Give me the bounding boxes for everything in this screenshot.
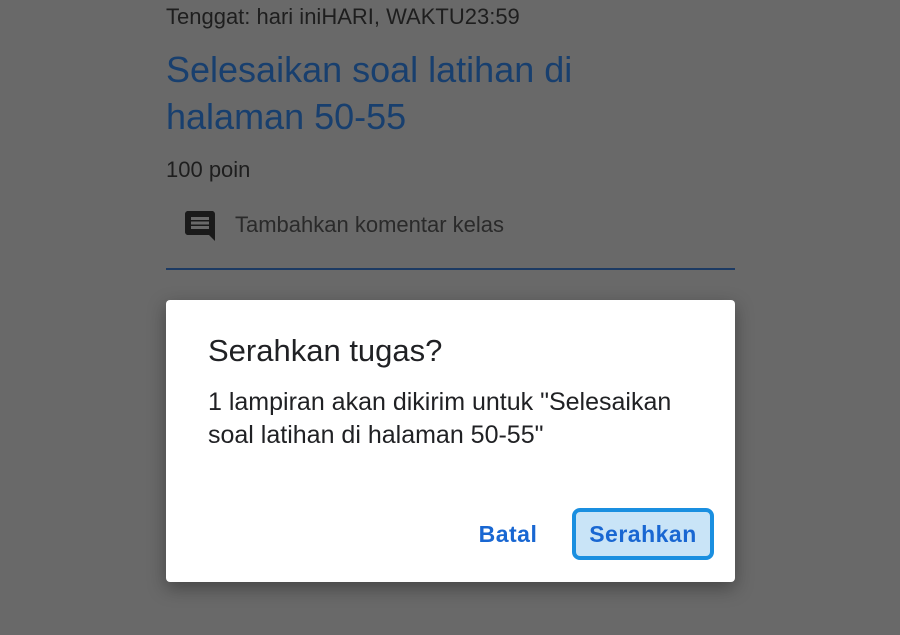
- dialog-message: 1 lampiran akan dikirim untuk "Selesaika…: [208, 388, 672, 449]
- dialog-title: Serahkan tugas?: [208, 333, 443, 368]
- class-comment-input[interactable]: Tambahkan komentar kelas: [166, 200, 735, 270]
- assignment-title[interactable]: Selesaikan soal latihan di halaman 50-55: [166, 46, 686, 140]
- submit-button[interactable]: Serahkan: [572, 508, 714, 560]
- comment-placeholder: Tambahkan komentar kelas: [235, 212, 505, 237]
- cancel-button[interactable]: Batal: [462, 512, 554, 556]
- submit-confirm-dialog: Serahkan tugas? 1 lampiran akan dikirim …: [166, 300, 735, 582]
- due-date-text: Tenggat: hari iniHARI, WAKTU23:59: [166, 4, 520, 29]
- points-text: 100 poin: [166, 157, 251, 182]
- comment-icon: [185, 211, 215, 241]
